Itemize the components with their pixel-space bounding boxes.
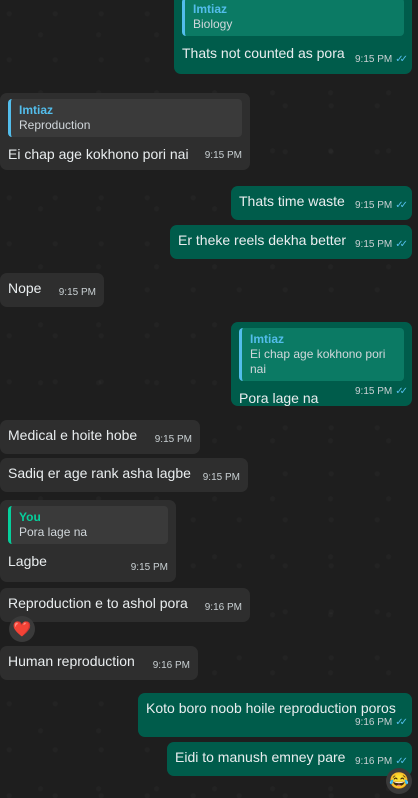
message-incoming[interactable]: Medical e hoite hobe 9:15 PM	[0, 420, 200, 454]
message-incoming[interactable]: Human reproduction 9:16 PM	[0, 646, 198, 680]
message-incoming[interactable]: You Pora lage na Lagbe 9:15 PM	[0, 500, 176, 582]
message-incoming[interactable]: Nope 9:15 PM	[0, 273, 104, 307]
read-receipt-icon: ✓✓	[395, 200, 408, 211]
message-time: 9:15 PM	[58, 287, 96, 298]
message-outgoing[interactable]: Imtiaz Biology Thats not counted as pora…	[174, 0, 412, 74]
message-time: 9:15 PM	[130, 562, 168, 573]
quote-text: Biology	[193, 17, 233, 31]
quoted-message[interactable]: Imtiaz Reproduction	[8, 99, 242, 137]
quoted-message[interactable]: Imtiaz Ei chap age kokhono pori nai	[239, 328, 404, 381]
laughing-emoji-reaction-icon[interactable]: 😂	[386, 768, 412, 794]
quoted-message[interactable]: You Pora lage na	[8, 506, 168, 544]
message-time: 9:15 PM ✓✓	[354, 239, 408, 250]
quote-sender: Imtiaz	[250, 332, 285, 346]
message-time: 9:15 PM ✓✓	[354, 200, 408, 211]
read-receipt-icon: ✓✓	[395, 54, 408, 65]
read-receipt-icon: ✓✓	[395, 756, 408, 767]
message-incoming[interactable]: Reproduction e to ashol pora 9:16 PM	[0, 588, 250, 622]
message-outgoing[interactable]: Imtiaz Ei chap age kokhono pori nai Pora…	[231, 322, 412, 406]
message-time: 9:16 PM ✓✓	[354, 717, 408, 728]
quote-text: Pora lage na	[19, 525, 88, 539]
message-time: 9:16 PM	[204, 602, 242, 613]
quoted-message[interactable]: Imtiaz Biology	[182, 0, 404, 36]
message-outgoing[interactable]: Koto boro noob hoile reproduction poros …	[138, 693, 412, 737]
quote-sender: You	[19, 510, 41, 524]
message-outgoing[interactable]: Er theke reels dekha better 9:15 PM ✓✓	[170, 225, 412, 259]
message-incoming[interactable]: Imtiaz Reproduction Ei chap age kokhono …	[0, 93, 250, 170]
message-time: 9:15 PM	[154, 434, 192, 445]
quote-text: Reproduction	[19, 118, 91, 132]
message-time: 9:15 PM	[202, 472, 240, 483]
quote-sender: Imtiaz	[19, 103, 54, 117]
chat-background: Imtiaz Biology Thats not counted as pora…	[0, 0, 418, 798]
heart-reaction-icon[interactable]: ❤️	[9, 616, 35, 642]
read-receipt-icon: ✓✓	[395, 717, 408, 728]
message-outgoing[interactable]: Thats time waste 9:15 PM ✓✓	[231, 186, 412, 220]
read-receipt-icon: ✓✓	[395, 386, 408, 397]
message-incoming[interactable]: Sadiq er age rank asha lagbe 9:15 PM	[0, 458, 248, 492]
message-time: 9:15 PM	[204, 150, 242, 161]
message-time: 9:15 PM ✓✓	[354, 54, 408, 65]
quote-text: Ei chap age kokhono pori nai	[250, 347, 386, 376]
message-time: 9:16 PM	[152, 660, 190, 671]
message-time: 9:15 PM ✓✓	[354, 386, 408, 397]
message-outgoing[interactable]: Eidi to manush emney pare 9:16 PM ✓✓	[167, 742, 412, 776]
read-receipt-icon: ✓✓	[395, 239, 408, 250]
quote-sender: Imtiaz	[193, 2, 228, 16]
